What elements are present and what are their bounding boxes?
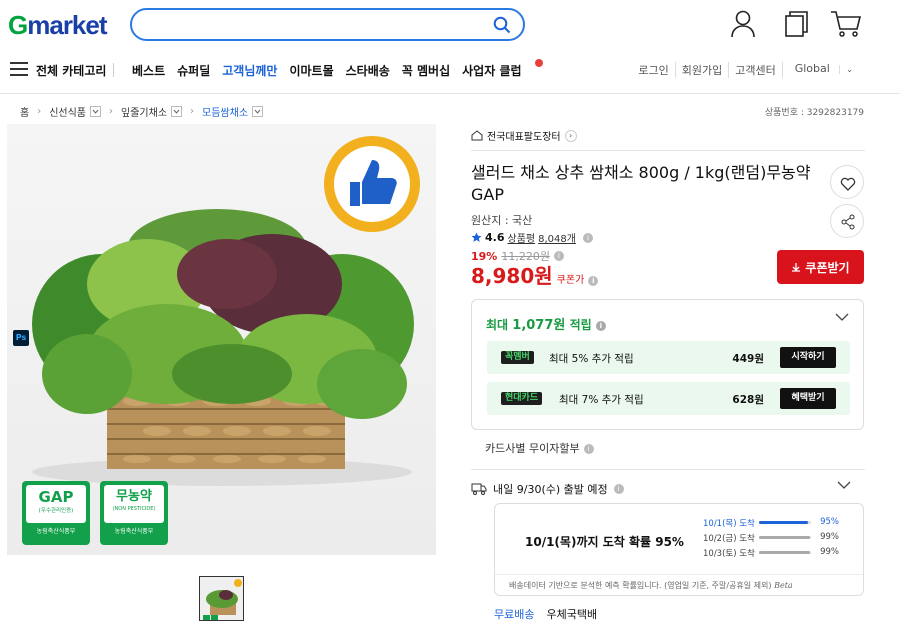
star-icon bbox=[471, 232, 482, 242]
dropdown-toggle[interactable] bbox=[90, 106, 102, 117]
points-panel: 최대 1,077원 적립 i 꼭멤버 최대 5% 추가 적립 449원 시작하기… bbox=[471, 299, 864, 430]
nav-link-superdeal[interactable]: 슈퍼딜 bbox=[177, 62, 210, 79]
nav-link-star-delivery[interactable]: 스타배송 bbox=[346, 62, 390, 79]
image-thumbnail[interactable] bbox=[199, 576, 244, 621]
truck-icon bbox=[471, 483, 487, 495]
coupon-button[interactable]: 쿠폰받기 bbox=[777, 250, 864, 284]
hyundai-card-tag: 현대카드 bbox=[501, 392, 543, 405]
chevron-right-icon: › bbox=[564, 129, 577, 142]
divider bbox=[471, 150, 865, 151]
progress-bar bbox=[759, 536, 811, 539]
store-icon bbox=[471, 130, 483, 141]
arrival-row: 10/3(토) 도착 99% bbox=[703, 547, 839, 559]
nav-divider bbox=[113, 63, 114, 77]
divider bbox=[471, 469, 865, 470]
product-title: 샐러드 채소 상추 쌈채소 800g / 1kg(랜덤)무농약 GAP bbox=[471, 163, 811, 204]
points-row-membership: 꼭멤버 최대 5% 추가 적립 449원 시작하기 bbox=[487, 341, 850, 374]
organic-badge: 무농약 (NON PESTICIDE) 농림축산식품부 bbox=[100, 481, 168, 545]
heart-icon bbox=[840, 177, 856, 191]
login-link[interactable]: 로그인 bbox=[632, 62, 674, 78]
new-badge-icon bbox=[534, 59, 543, 67]
free-shipping-label: 무료배송 bbox=[494, 608, 535, 621]
info-icon[interactable]: i bbox=[582, 232, 593, 243]
dropdown-toggle[interactable] bbox=[171, 106, 183, 117]
header-divider bbox=[0, 93, 900, 94]
chevron-down-icon: ⌄ bbox=[839, 65, 859, 74]
breadcrumb-fresh[interactable]: 신선식품 bbox=[49, 104, 86, 119]
download-icon bbox=[792, 263, 801, 272]
forecast-note: 배송데이터 기반으로 분석한 예측 확률입니다. (영업일 기준, 주말/공휴일… bbox=[495, 574, 863, 591]
chevron-down-icon[interactable] bbox=[835, 312, 849, 322]
product-image[interactable]: GAP (우수관리인증) 농림축산식품부 무농약 (NON PESTICIDE)… bbox=[7, 124, 436, 555]
card-installment[interactable]: 카드사별 무이자할부 i bbox=[485, 440, 594, 456]
chevron-right-icon: › bbox=[109, 106, 114, 117]
nav-link-membership[interactable]: 꼭 멤버십 bbox=[402, 62, 450, 79]
progress-bar bbox=[759, 521, 811, 524]
nav-link-emart[interactable]: 이마트몰 bbox=[289, 62, 333, 79]
menu-icon[interactable] bbox=[10, 61, 28, 77]
points-header: 최대 1,077원 적립 i bbox=[486, 314, 606, 333]
utility-links: 로그인 회원가입 고객센터 Global ⌄ bbox=[632, 62, 865, 78]
start-membership-button[interactable]: 시작하기 bbox=[780, 347, 836, 368]
header: Gmarket bbox=[0, 0, 900, 52]
recent-items-icon[interactable] bbox=[784, 10, 810, 38]
arrival-rows: 10/1(목) 도착 95% 10/2(금) 도착 99% 10/3(토) 도착 99… bbox=[703, 516, 853, 561]
progress-bar bbox=[759, 551, 811, 554]
all-categories-link[interactable]: 전체 카테고리 bbox=[36, 62, 106, 79]
product-number: 상품번호 : 3292823179 bbox=[764, 108, 864, 118]
info-icon[interactable]: i bbox=[588, 276, 599, 286]
search-box bbox=[130, 8, 525, 41]
points-row-card: 현대카드 최대 7% 추가 적립 628원 혜택받기 bbox=[487, 382, 850, 415]
arrival-row: 10/2(금) 도착 99% bbox=[703, 532, 839, 544]
cart-icon[interactable] bbox=[830, 10, 862, 38]
final-price: 8,980원 쿠폰가 i bbox=[471, 260, 599, 289]
shipping-options: 무료배송 우체국택배 bbox=[494, 606, 597, 622]
info-icon[interactable]: i bbox=[613, 484, 624, 494]
breadcrumb: 홈 › 신선식품 › 잎줄기채소 › 모듬쌈채소 bbox=[20, 104, 264, 119]
arrival-row: 10/1(목) 도착 95% bbox=[703, 517, 839, 529]
gap-badge: GAP (우수관리인증) 농림축산식품부 bbox=[22, 481, 90, 545]
origin-info: 원산지 : 국산 bbox=[471, 214, 533, 227]
share-button[interactable] bbox=[830, 204, 864, 238]
get-benefit-button[interactable]: 혜택받기 bbox=[780, 388, 836, 409]
nav-link-best[interactable]: 베스트 bbox=[132, 62, 165, 79]
chevron-right-icon: › bbox=[37, 106, 42, 117]
seller-link[interactable]: 전국대표팔도장터 › bbox=[471, 128, 577, 143]
dropdown-toggle[interactable] bbox=[252, 106, 264, 117]
carrier-label: 우체국택배 bbox=[546, 608, 598, 621]
gmarket-logo[interactable]: Gmarket bbox=[8, 10, 108, 41]
breadcrumb-current[interactable]: 모듬쌈채소 bbox=[202, 104, 248, 119]
search-input[interactable] bbox=[146, 10, 486, 39]
breadcrumb-leafy[interactable]: 잎줄기채소 bbox=[121, 104, 167, 119]
chevron-right-icon: › bbox=[190, 106, 195, 117]
signup-link[interactable]: 회원가입 bbox=[674, 62, 728, 78]
wishlist-button[interactable] bbox=[830, 165, 864, 199]
delivery-forecast: 10/1(목)까지 도착 확률 95% 10/1(목) 도착 95% 10/2(금… bbox=[494, 503, 864, 596]
nav-links: 베스트 슈퍼딜 고객님께만 이마트몰 스타배송 꼭 멤버십 사업자 클럽 bbox=[132, 59, 546, 79]
shipping-header[interactable]: 내일 9/30(수) 출발 예정 i bbox=[471, 481, 624, 497]
info-icon[interactable]: i bbox=[583, 444, 594, 454]
nav-link-for-you[interactable]: 고객님께만 bbox=[222, 62, 277, 79]
chevron-down-icon[interactable] bbox=[837, 480, 851, 490]
rating[interactable]: 4.6 상품평 8,048개 i bbox=[471, 230, 593, 245]
info-icon[interactable]: i bbox=[595, 320, 606, 331]
customer-center-link[interactable]: 고객센터 bbox=[728, 62, 781, 78]
main-nav: 전체 카테고리 베스트 슈퍼딜 고객님께만 이마트몰 스타배송 꼭 멤버십 사업… bbox=[0, 55, 900, 85]
breadcrumb-home[interactable]: 홈 bbox=[20, 104, 29, 119]
arrival-probability: 10/1(목)까지 도착 확률 95% bbox=[525, 535, 684, 549]
photoshop-icon[interactable]: Ps bbox=[13, 330, 29, 346]
user-icon[interactable] bbox=[730, 10, 756, 38]
share-icon bbox=[841, 214, 855, 230]
global-link[interactable]: Global ⌄ bbox=[781, 62, 865, 78]
nav-link-business-club[interactable]: 사업자 클럽 bbox=[462, 59, 543, 79]
membership-tag: 꼭멤버 bbox=[501, 351, 534, 364]
search-icon[interactable] bbox=[493, 16, 511, 34]
